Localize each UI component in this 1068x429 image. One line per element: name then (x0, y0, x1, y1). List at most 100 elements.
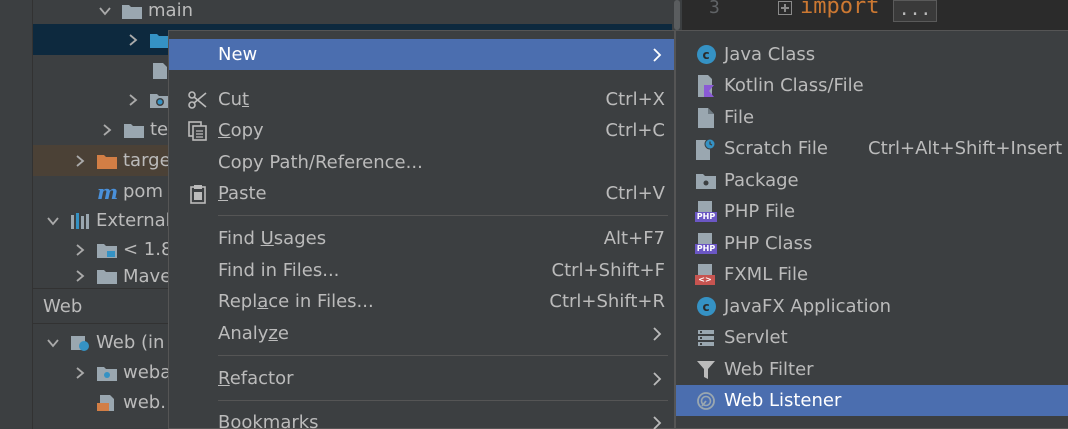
jdk-folder-icon (97, 242, 117, 258)
tree-node-label: web. (123, 392, 166, 413)
java-class-icon: c (695, 44, 717, 66)
menu-item-copy[interactable]: Copy Ctrl+C (169, 115, 674, 146)
submenu-item-label: Servlet (724, 327, 788, 348)
package-icon (695, 170, 717, 192)
submenu-item-label: FXML File (724, 264, 809, 285)
menu-item-new[interactable]: New (169, 39, 674, 70)
submenu-item-label: Java Class (724, 44, 816, 65)
chevron-right-icon[interactable] (124, 91, 142, 109)
submenu-item-label: Web Filter (724, 359, 814, 380)
tool-window-strip (0, 0, 33, 429)
tree-node-label: pom (123, 181, 163, 202)
javafx-class-icon: c (695, 296, 717, 318)
submenu-item-label: Scratch File (724, 138, 828, 159)
shortcut-label: Alt+F7 (603, 228, 665, 249)
chevron-right-icon[interactable] (71, 241, 89, 259)
menu-item-copy-path[interactable]: Copy Path/Reference... (169, 147, 674, 178)
chevron-right-icon[interactable] (124, 31, 142, 49)
menu-item-paste[interactable]: Paste Ctrl+V (169, 178, 674, 209)
php-file-icon: PHP (695, 200, 717, 223)
tree-node-label: Mave (123, 265, 172, 287)
menu-item-replace-in-files[interactable]: Replace in Files... Ctrl+Shift+R (169, 286, 674, 317)
new-submenu: c Java Class Kotlin Class/File File Scra… (675, 30, 1068, 429)
tree-node-maven[interactable]: Mave (71, 264, 171, 288)
submenu-item-file[interactable]: File (676, 102, 1068, 133)
submenu-item-servlet[interactable]: Servlet (676, 322, 1068, 353)
library-folder-icon (97, 268, 117, 284)
submenu-item-web-filter[interactable]: Web Filter (676, 354, 1068, 385)
submenu-item-php-class[interactable]: PHP PHP Class (676, 228, 1068, 259)
fxml-file-icon: <> (695, 263, 717, 286)
tree-node-jdk[interactable]: < 1.8 (71, 234, 172, 265)
menu-item-label: Paste (218, 183, 267, 204)
submenu-item-label: Kotlin Class/File (724, 75, 864, 96)
submenu-arrow-icon (653, 47, 662, 62)
submenu-item-javafx-application[interactable]: c JavaFX Application (676, 291, 1068, 322)
menu-separator (218, 215, 668, 216)
servlet-icon (695, 327, 717, 349)
php-class-icon: PHP (695, 232, 717, 255)
chevron-right-icon[interactable] (71, 267, 89, 285)
menu-separator (218, 355, 668, 356)
folded-region-placeholder[interactable]: ... (893, 0, 937, 22)
web-module-icon (70, 335, 90, 351)
chevron-right-icon[interactable] (71, 152, 89, 170)
submenu-item-fxml-file[interactable]: <> FXML File (676, 259, 1068, 290)
file-icon (150, 62, 170, 79)
tree-node-test[interactable]: te (98, 114, 168, 145)
menu-item-analyze[interactable]: Analyze (169, 318, 674, 349)
tree-scrollbar-thumb[interactable] (674, 0, 680, 30)
scissors-icon (187, 89, 209, 111)
shortcut-label: Ctrl+V (605, 183, 665, 204)
menu-item-label: New (218, 44, 258, 65)
chevron-down-icon[interactable] (96, 2, 114, 20)
submenu-item-label: Web Listener (724, 390, 842, 411)
menu-item-label: Copy (218, 120, 264, 141)
submenu-item-scratch-file[interactable]: Scratch File Ctrl+Alt+Shift+Insert (676, 133, 1068, 164)
chevron-down-icon[interactable] (44, 212, 62, 230)
tree-node-pom[interactable]: m pom (97, 176, 163, 207)
submenu-item-php-file[interactable]: PHP PHP File (676, 196, 1068, 227)
kotlin-file-icon (695, 74, 717, 97)
tree-node-webapp[interactable]: weba (71, 357, 171, 388)
folder-icon (124, 122, 144, 138)
chevron-right-icon[interactable] (98, 121, 116, 139)
folder-icon (122, 3, 142, 19)
submenu-item-web-listener[interactable]: Web Listener (676, 385, 1068, 416)
listener-icon (695, 390, 717, 412)
tree-node-main[interactable]: main (96, 0, 193, 26)
line-number: 3 (709, 0, 720, 18)
tree-node-web-module[interactable]: Web (in (44, 327, 164, 358)
menu-item-find-in-files[interactable]: Find in Files... Ctrl+Shift+F (169, 255, 674, 286)
chevron-right-icon[interactable] (71, 364, 89, 382)
menu-item-bookmarks[interactable]: Bookmarks (169, 407, 674, 429)
submenu-arrow-icon (653, 371, 662, 386)
filter-icon (695, 359, 717, 381)
shortcut-label: Ctrl+Shift+F (551, 260, 665, 281)
tree-node-label: Web (in (96, 332, 165, 353)
menu-item-find-usages[interactable]: Find Usages Alt+F7 (169, 223, 674, 254)
tree-node-label: < 1.8 (123, 239, 173, 260)
copy-icon (187, 120, 209, 142)
submenu-item-java-class[interactable]: c Java Class (676, 39, 1068, 70)
tree-node-label: External (96, 210, 171, 231)
package-folder-icon (150, 92, 170, 108)
submenu-item-package[interactable]: Package (676, 165, 1068, 196)
submenu-item-label: PHP File (724, 201, 796, 222)
tree-node-external-libraries[interactable]: External (44, 205, 171, 236)
menu-item-label: Copy Path/Reference... (218, 152, 423, 173)
excluded-folder-icon (97, 153, 117, 169)
submenu-item-label: JavaFX Application (724, 296, 892, 317)
file-icon (695, 107, 717, 129)
tree-node-label: main (148, 0, 193, 21)
submenu-item-kotlin[interactable]: Kotlin Class/File (676, 70, 1068, 101)
menu-item-refactor[interactable]: Refactor (169, 363, 674, 394)
tree-node-web-xml[interactable]: web. (97, 387, 166, 418)
fold-expand-icon[interactable] (778, 1, 792, 15)
menu-item-label: Find Usages (218, 228, 327, 249)
chevron-down-icon[interactable] (44, 334, 62, 352)
submenu-item-partial[interactable] (676, 417, 1068, 429)
menu-item-label: Refactor (218, 368, 294, 389)
menu-item-cut[interactable]: Cut Ctrl+X (169, 84, 674, 115)
menu-item-label: Replace in Files... (218, 291, 374, 312)
